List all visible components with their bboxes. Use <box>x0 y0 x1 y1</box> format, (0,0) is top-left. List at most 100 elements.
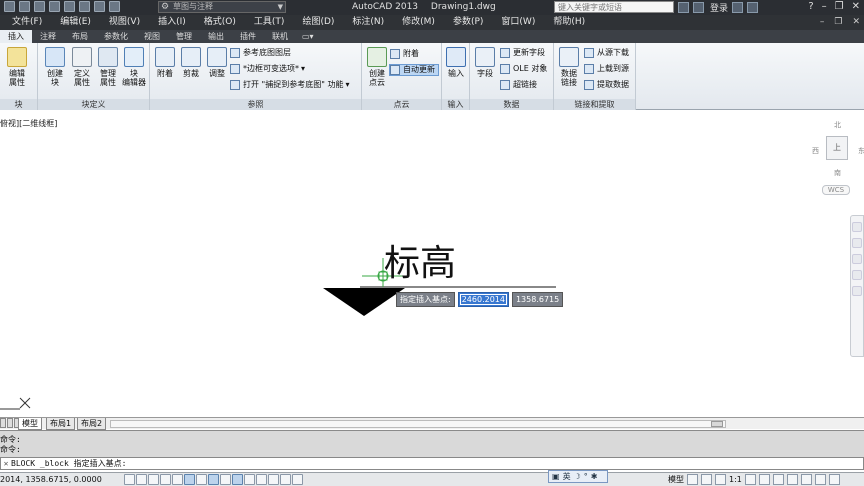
edit-attribute-button[interactable]: 编辑 属性 <box>4 47 30 87</box>
viewcube-south[interactable]: 南 <box>834 168 841 178</box>
star-icon[interactable] <box>747 2 759 13</box>
menu-parametric[interactable]: 参数(P) <box>453 15 483 30</box>
underlay-layers-button[interactable]: 参考底图图层 <box>230 47 291 59</box>
block-editor-button[interactable]: 块 编辑器 <box>121 47 147 87</box>
viewcube-west[interactable]: 西 <box>812 146 819 156</box>
tab-layout1[interactable]: 布局1 <box>46 418 76 430</box>
app-menu-icon[interactable] <box>4 1 15 12</box>
viewcube-top-face[interactable]: 上 <box>826 136 848 160</box>
quick-view-layouts-icon[interactable] <box>687 474 698 485</box>
menu-edit[interactable]: 编辑(E) <box>60 15 91 30</box>
frame-variable-dropdown[interactable]: *边框可变选项* ▾ <box>230 63 305 75</box>
manage-attribute-button[interactable]: 管理 属性 <box>95 47 121 87</box>
pan-icon[interactable] <box>852 238 862 248</box>
ducs-icon[interactable] <box>220 474 231 485</box>
moon-icon[interactable]: ☽ <box>574 472 581 481</box>
hardware-acceleration-icon[interactable] <box>800 474 812 485</box>
view-cube[interactable]: 北 西 东 上 南 WCS <box>810 118 864 200</box>
menu-format[interactable]: 格式(O) <box>204 15 236 30</box>
block-definition-panel-title[interactable]: 块定义 <box>38 99 149 110</box>
menu-file[interactable]: 文件(F) <box>12 15 42 30</box>
steering-wheel-icon[interactable] <box>852 222 862 232</box>
close-cmd-icon[interactable]: ✕ <box>1 458 11 469</box>
define-attribute-button[interactable]: 定义 属性 <box>69 47 95 87</box>
doc-close-icon[interactable]: ✕ <box>852 15 860 30</box>
coordinate-readout[interactable]: 2014, 1358.6715, 0.0000 <box>0 473 102 486</box>
login-button[interactable]: 登录 <box>710 1 728 14</box>
field-button[interactable]: 字段 <box>472 47 498 78</box>
user-icon[interactable] <box>693 2 704 13</box>
upload-source-button[interactable]: 上载到源 <box>584 63 629 75</box>
hyperlink-button[interactable]: 超链接 <box>500 79 537 91</box>
ime-toolbar[interactable]: ▣ 英 ☽ ° ✱ <box>548 470 608 483</box>
tab-layout2[interactable]: 布局2 <box>77 418 107 430</box>
menu-window[interactable]: 窗口(W) <box>501 15 535 30</box>
first-layout-icon[interactable] <box>0 418 6 428</box>
import-button[interactable]: 输入 <box>443 47 469 78</box>
infer-constraints-icon[interactable] <box>124 474 135 485</box>
ime-logo-icon[interactable]: ▣ <box>552 472 560 481</box>
annotation-monitor-icon[interactable] <box>292 474 303 485</box>
tab-model[interactable]: 模型 <box>18 418 42 430</box>
annotation-visibility-icon[interactable] <box>744 474 756 485</box>
save-icon[interactable] <box>49 1 60 12</box>
prev-layout-icon[interactable] <box>7 418 13 428</box>
model-space-button[interactable]: 模型 <box>668 473 684 486</box>
tab-plugins[interactable]: 插件 <box>232 30 264 43</box>
doc-minimize-icon[interactable]: – <box>820 15 825 30</box>
clean-screen-icon[interactable] <box>828 474 840 485</box>
otrack-icon[interactable] <box>208 474 219 485</box>
menu-insert[interactable]: 插入(I) <box>158 15 186 30</box>
undo-icon[interactable] <box>94 1 105 12</box>
snap-mode-icon[interactable] <box>136 474 147 485</box>
data-link-button[interactable]: 数据 链接 <box>556 47 582 87</box>
tab-insert[interactable]: 插入 <box>0 30 32 43</box>
new-file-icon[interactable] <box>19 1 30 12</box>
selection-cycling-icon[interactable] <box>280 474 291 485</box>
polar-icon[interactable] <box>172 474 183 485</box>
menu-modify[interactable]: 修改(M) <box>402 15 435 30</box>
zoom-icon[interactable] <box>852 254 862 264</box>
search-icon[interactable] <box>678 2 689 13</box>
drawing-area[interactable]: 标高 指定插入基点: 2460.2014 1358.6715 <box>0 111 864 417</box>
tab-manage[interactable]: 管理 <box>168 30 200 43</box>
tab-annotate[interactable]: 注释 <box>32 30 64 43</box>
workspace-dropdown[interactable]: ⚙ 草图与注释 ▼ <box>158 1 286 13</box>
dynamic-input-icon[interactable] <box>232 474 243 485</box>
import-panel-title[interactable]: 输入 <box>442 99 469 110</box>
quick-view-drawings-icon[interactable] <box>701 474 712 485</box>
osnap-icon[interactable] <box>184 474 195 485</box>
annotation-scale[interactable]: 1:1 <box>729 473 742 486</box>
viewcube-north[interactable]: 北 <box>834 120 841 130</box>
update-fields-button[interactable]: 更新字段 <box>500 47 545 59</box>
menu-help[interactable]: 帮助(H) <box>553 15 585 30</box>
menu-tools[interactable]: 工具(T) <box>254 15 285 30</box>
viewcube-east[interactable]: 东 <box>858 146 864 156</box>
create-pointcloud-button[interactable]: 创建 点云 <box>364 47 390 87</box>
tab-view[interactable]: 视图 <box>136 30 168 43</box>
quick-properties-icon[interactable] <box>268 474 279 485</box>
linking-panel-title[interactable]: 链接和提取 <box>554 99 635 110</box>
block-panel-title[interactable]: 块 <box>0 99 37 110</box>
tab-output[interactable]: 输出 <box>200 30 232 43</box>
pointcloud-attach-button[interactable]: 附着 <box>390 48 419 60</box>
adjust-button[interactable]: 调整 <box>204 47 230 78</box>
redo-icon[interactable] <box>109 1 120 12</box>
snap-underlay-dropdown[interactable]: 打开 "捕捉到参考底图" 功能 ▾ <box>230 79 349 91</box>
orbit-icon[interactable] <box>852 270 862 280</box>
save-as-icon[interactable] <box>64 1 75 12</box>
tab-parametric[interactable]: 参数化 <box>96 30 136 43</box>
extract-data-button[interactable]: 提取数据 <box>584 79 629 91</box>
ribbon-toggle-icon[interactable]: ▭▾ <box>296 30 320 43</box>
ortho-icon[interactable] <box>160 474 171 485</box>
punctuation-icon[interactable]: ° <box>584 472 588 481</box>
close-icon[interactable]: ✕ <box>852 1 860 12</box>
menu-dimension[interactable]: 标注(N) <box>352 15 384 30</box>
insert-y-input[interactable]: 1358.6715 <box>511 292 564 307</box>
tab-layout[interactable]: 布局 <box>64 30 96 43</box>
command-line[interactable]: ✕ BLOCK _block 指定插入基点: <box>0 457 864 470</box>
print-icon[interactable] <box>79 1 90 12</box>
viewport-controls[interactable]: 俯视][二维线框] <box>0 118 57 129</box>
help-icon[interactable]: ? <box>808 1 813 12</box>
reference-panel-title[interactable]: 参照 <box>150 99 361 110</box>
